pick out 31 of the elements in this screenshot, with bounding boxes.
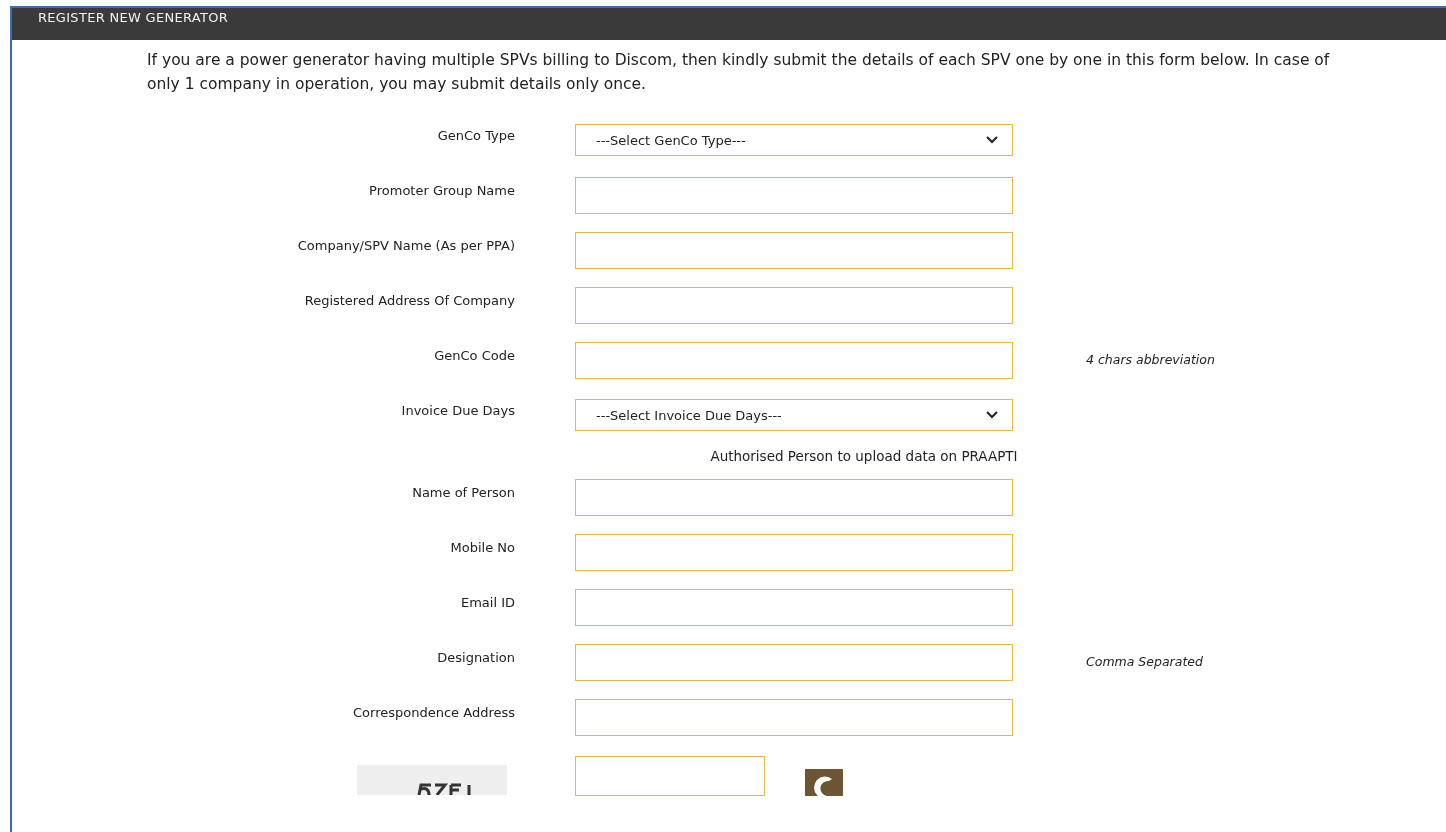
field-label: Email ID — [460, 595, 515, 610]
field-label: GenCo Type — [437, 128, 515, 143]
field-label: Designation — [437, 650, 515, 665]
input-field[interactable] — [575, 699, 1013, 736]
field-hint: 4 chars abbreviation — [1086, 351, 1216, 367]
chevron-icon — [986, 136, 998, 144]
input-field[interactable] — [575, 589, 1013, 626]
field-label: Name of Person — [412, 485, 515, 500]
chevron-icon — [986, 411, 998, 419]
section-heading: Authorised Person to upload data on PRAAPTI — [709, 447, 1019, 466]
input-field[interactable] — [575, 232, 1013, 269]
input-field[interactable] — [575, 644, 1013, 681]
captcha-field[interactable] — [575, 756, 765, 796]
field-label: Company/SPV Name (As per PPA) — [297, 238, 515, 253]
input-field[interactable] — [575, 342, 1013, 379]
field-label: Promoter Group Name — [369, 183, 515, 198]
dropdown-field[interactable]: ---Select GenCo Type--- — [575, 124, 1013, 156]
input-field[interactable] — [575, 287, 1013, 324]
input-field[interactable] — [575, 177, 1013, 214]
panel-title: REGISTER NEW GENERATOR — [38, 9, 229, 25]
field-label: Correspondence Address — [353, 705, 515, 720]
intro-text: If you are a power generator having multiple SPVs billing to Discom, then kindly submit the details of each SPV one by one in this form below. In case of only 1 company in operation, you may submit details only once. — [147, 50, 1331, 95]
field-label: Registered Address Of Company — [304, 293, 515, 308]
refresh-icon[interactable] — [805, 769, 843, 796]
field-label: GenCo Code — [434, 348, 515, 363]
dropdown-field[interactable]: ---Select Invoice Due Days--- — [575, 399, 1013, 431]
field-label: Invoice Due Days — [401, 403, 515, 418]
input-field[interactable] — [575, 479, 1013, 516]
field-label: Mobile No — [450, 540, 515, 555]
field-hint: Comma Separated — [1086, 653, 1204, 669]
input-field[interactable] — [575, 534, 1013, 571]
